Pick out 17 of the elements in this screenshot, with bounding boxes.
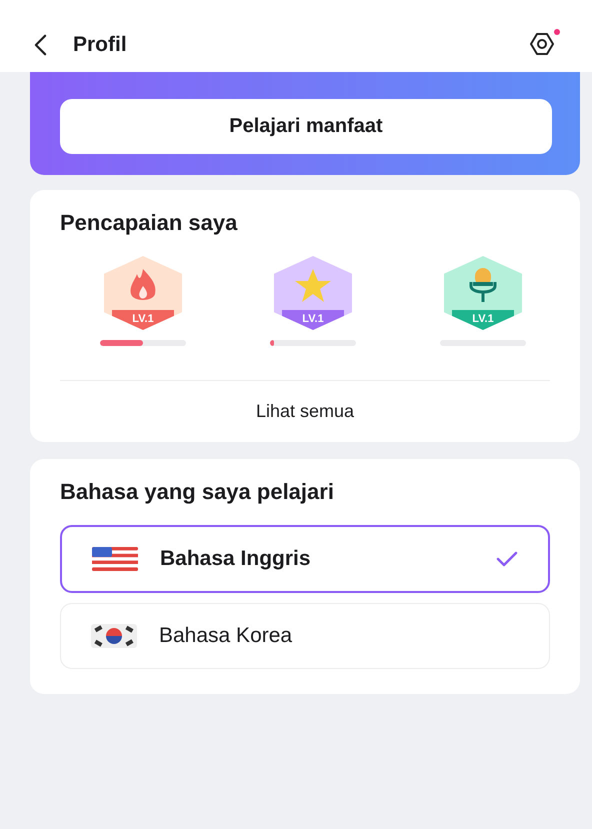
back-icon[interactable] [34,34,47,56]
level-label: LV.1 [452,310,514,330]
learn-benefits-button[interactable]: Pelajari manfaat [60,99,552,154]
language-name: Bahasa Inggris [160,547,312,571]
us-flag-icon [92,547,138,571]
level-label: LV.1 [112,310,174,330]
language-option[interactable]: Bahasa Korea [60,603,550,669]
section-title: Bahasa yang saya pelajari [60,479,335,505]
level-label: LV.1 [282,310,344,330]
page-title: Profil [73,33,128,57]
section-title: Pencapaian saya [60,210,238,236]
language-option[interactable]: Bahasa Inggris [60,525,550,593]
check-icon [496,551,518,567]
see-all-link[interactable]: Lihat semua [60,381,550,442]
language-name: Bahasa Korea [159,624,294,648]
korea-flag-icon [91,624,137,648]
badge[interactable]: LV.1 [274,256,352,330]
